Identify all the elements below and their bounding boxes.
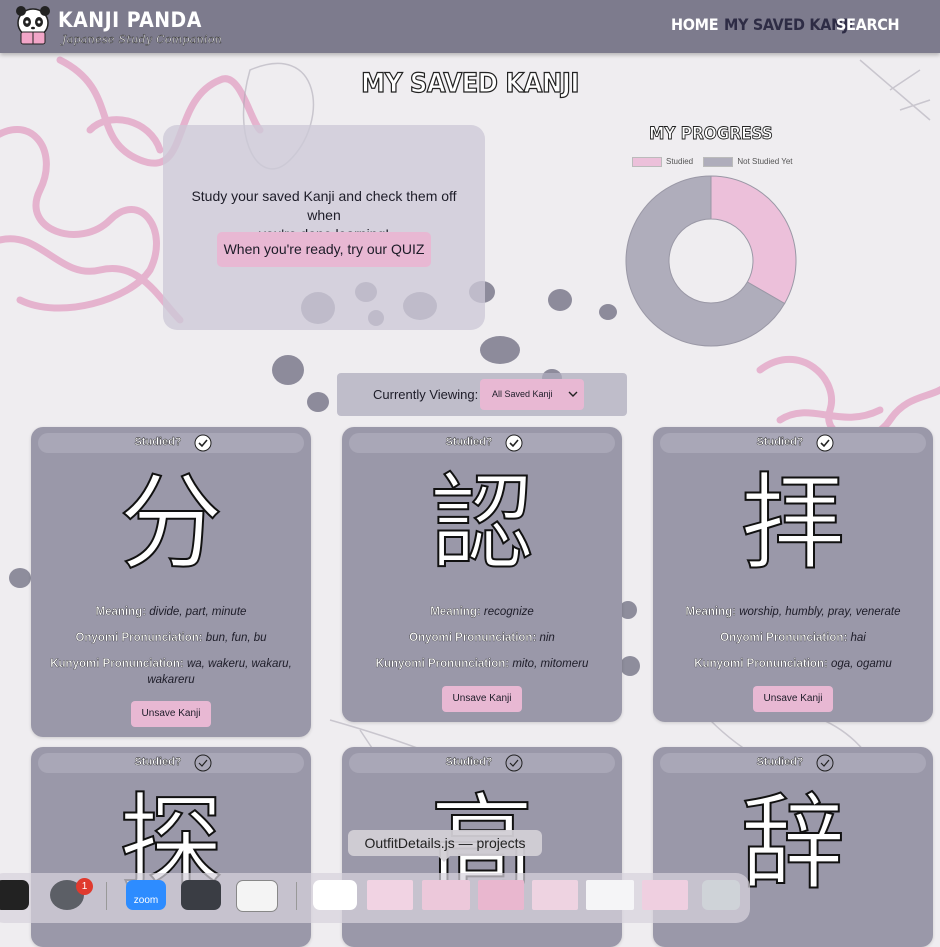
filter-label: Currently Viewing: xyxy=(373,387,479,402)
checked-circle-icon[interactable] xyxy=(194,434,212,452)
studied-bar: Studied? xyxy=(660,433,926,453)
legend-item-studied[interactable]: Studied xyxy=(632,157,693,167)
filter-selected-value: All Saved Kanji xyxy=(492,389,553,399)
unchecked-circle-icon[interactable] xyxy=(505,754,523,772)
checked-circle-icon[interactable] xyxy=(505,434,523,452)
studied-label: Studied? xyxy=(445,756,493,768)
meaning-value: worship, humbly, pray, venerate xyxy=(739,606,901,618)
kunyomi-value: wa, wakeru, wakaru, xyxy=(186,658,292,670)
meaning-label: Meaning: xyxy=(685,606,736,618)
onyomi-label: Onyomi Pronunciation: xyxy=(720,632,848,644)
kunyomi-label: Kunyomi Pronunciation: xyxy=(50,658,184,670)
meaning-line: Meaning: divide, part, minute xyxy=(39,604,303,620)
kanji-card: Studied? 拝 Meaning: worship, humbly, pra… xyxy=(653,427,933,722)
onyomi-line: Onyomi Pronunciation: hai xyxy=(661,630,925,646)
studied-label: Studied? xyxy=(134,756,182,768)
studied-label: Studied? xyxy=(756,756,804,768)
studied-label: Studied? xyxy=(445,436,493,448)
kanji-card: Studied? 認 Meaning: recognize Onyomi Pro… xyxy=(342,427,622,722)
kunyomi-value: mito, mitomeru xyxy=(512,658,589,670)
window-thumbnail[interactable] xyxy=(532,880,578,910)
unsave-kanji-button[interactable]: Unsave Kanji xyxy=(442,686,522,712)
window-thumbnail[interactable] xyxy=(478,880,524,910)
unsave-kanji-button[interactable]: Unsave Kanji xyxy=(753,686,833,712)
kanji-panda-window-thumbnail[interactable] xyxy=(313,880,357,910)
trash-icon[interactable] xyxy=(702,880,740,910)
kanji-card: Studied? 分 Meaning: divide, part, minute… xyxy=(31,427,311,737)
dock-tooltip: OutfitDetails.js — projects xyxy=(348,830,542,856)
nav-home-link[interactable]: HOME xyxy=(671,15,719,34)
page-title: MY SAVED KANJI xyxy=(361,67,580,99)
unchecked-circle-icon[interactable] xyxy=(816,754,834,772)
meaning-line: Meaning: recognize xyxy=(350,604,614,620)
kunyomi-value-continued: wakareru xyxy=(147,674,195,686)
meaning-value: recognize xyxy=(483,606,534,618)
unsave-kanji-button[interactable]: Unsave Kanji xyxy=(131,701,211,727)
onyomi-label: Onyomi Pronunciation: xyxy=(409,632,537,644)
kunyomi-label: Kunyomi Pronunciation: xyxy=(694,658,828,670)
unchecked-circle-icon[interactable] xyxy=(194,754,212,772)
legend-label-not-studied: Not Studied Yet xyxy=(737,157,793,167)
studied-bar: Studied? xyxy=(349,433,615,453)
meaning-value: divide, part, minute xyxy=(149,606,247,618)
onyomi-value: bun, fun, bu xyxy=(205,632,267,644)
studied-bar: Studied? xyxy=(349,753,615,773)
progress-donut-chart xyxy=(625,175,797,347)
onyomi-label: Onyomi Pronunciation: xyxy=(75,632,203,644)
studied-label: Studied? xyxy=(756,436,804,448)
dock-tooltip-tail xyxy=(438,856,450,862)
nav-search-link[interactable]: SEARCH xyxy=(836,15,900,34)
window-thumbnail[interactable] xyxy=(422,880,470,910)
zoom-app-label: zoom xyxy=(133,895,159,906)
checked-circle-icon[interactable] xyxy=(816,434,834,452)
intro-panel: Study your saved Kanji and check them of… xyxy=(163,125,485,330)
donut-slice-studied[interactable] xyxy=(710,175,797,305)
onyomi-value: hai xyxy=(850,632,866,644)
kanji-character: 認 xyxy=(429,462,535,584)
onyomi-line: Onyomi Pronunciation: nin xyxy=(350,630,614,646)
legend-label-studied: Studied xyxy=(666,157,694,167)
nav-my-saved-kanji-link[interactable]: MY SAVED KANJI xyxy=(724,15,853,34)
kunyomi-line: Kunyomi Pronunciation: oga, ogamu xyxy=(661,656,925,672)
progress-title: MY PROGRESS xyxy=(649,124,774,145)
legend-swatch-not-studied xyxy=(703,157,734,167)
printer-icon[interactable] xyxy=(236,880,278,912)
onyomi-value: nin xyxy=(539,632,555,644)
chart-legend: Studied Not Studied Yet xyxy=(632,157,801,167)
kanji-character: 拝 xyxy=(740,462,846,584)
filter-bar: Currently Viewing: All Saved Kanji xyxy=(337,373,627,416)
meaning-label: Meaning: xyxy=(430,606,481,618)
studied-bar: Studied? xyxy=(660,753,926,773)
intro-line-1: Study your saved Kanji and check them of… xyxy=(191,188,457,223)
top-navbar: KANJI PANDA Japanese Study Companion HOM… xyxy=(0,0,940,53)
onyomi-line: Onyomi Pronunciation: bun, fun, bu xyxy=(39,630,303,646)
legend-swatch-studied xyxy=(632,157,662,167)
panda-logo-icon[interactable] xyxy=(14,3,52,45)
kunyomi-line: Kunyomi Pronunciation: mito, mitomeru xyxy=(350,656,614,672)
brand-name[interactable]: KANJI PANDA xyxy=(58,9,202,31)
brand-tagline: Japanese Study Companion xyxy=(62,33,223,46)
meaning-label: Meaning: xyxy=(95,606,147,618)
window-thumbnail[interactable] xyxy=(367,880,413,910)
dock-separator xyxy=(106,882,107,910)
kanji-character: 分 xyxy=(118,462,224,584)
window-thumbnail[interactable] xyxy=(642,880,688,910)
notification-badge: 1 xyxy=(76,878,93,895)
dock-separator xyxy=(296,882,297,910)
studied-label: Studied? xyxy=(134,436,182,448)
meaning-line: Meaning: worship, humbly, pray, venerate xyxy=(661,604,925,620)
studied-bar: Studied? xyxy=(38,433,304,453)
legend-item-not-studied[interactable]: Not Studied Yet xyxy=(703,157,793,167)
window-thumbnail[interactable] xyxy=(586,880,634,910)
studied-bar: Studied? xyxy=(38,753,304,773)
kunyomi-line: Kunyomi Pronunciation: wa, wakeru, wakar… xyxy=(39,656,303,688)
quiz-button[interactable]: When you're ready, try our QUIZ xyxy=(217,232,431,267)
chevron-down-icon xyxy=(568,391,578,397)
kanji-filter-select[interactable]: All Saved Kanji xyxy=(480,379,584,410)
terminal-icon[interactable] xyxy=(0,880,29,910)
kunyomi-label: Kunyomi Pronunciation: xyxy=(375,658,510,670)
kunyomi-value: oga, ogamu xyxy=(830,658,892,670)
proxyman-icon[interactable] xyxy=(181,880,221,910)
